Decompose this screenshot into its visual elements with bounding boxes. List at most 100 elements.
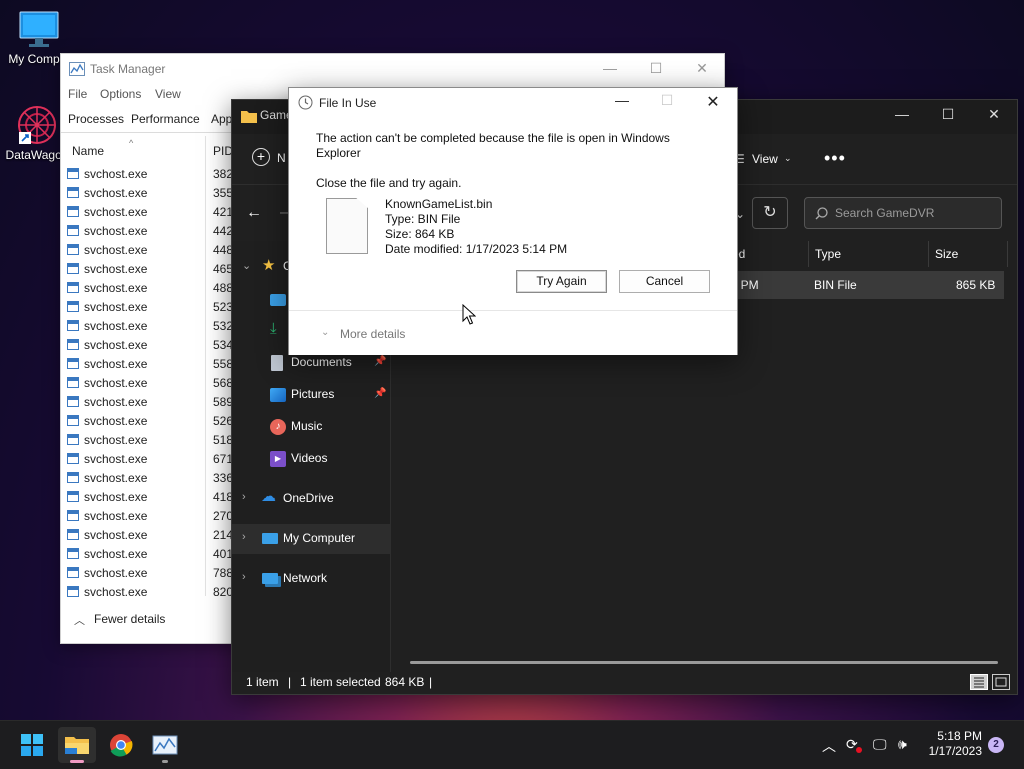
horizontal-scrollbar[interactable] [410, 661, 998, 664]
nav-my-computer[interactable]: › My Computer [232, 524, 390, 554]
table-row[interactable]: svchost.exe 488 [61, 279, 233, 298]
column-header-type[interactable]: Type [815, 247, 841, 261]
file-row-selected[interactable]: 14 PM BIN File 865 KB [724, 271, 1004, 299]
nav-onedrive[interactable]: › ☁ OneDrive [232, 484, 390, 514]
computer-icon [262, 533, 278, 544]
column-separator[interactable] [808, 241, 809, 267]
close-button[interactable]: ✕ [679, 54, 725, 84]
table-row[interactable]: svchost.exe 518 [61, 431, 233, 450]
clock-icon [298, 95, 313, 110]
cancel-button[interactable]: Cancel [619, 270, 710, 293]
taskbar-chrome[interactable] [102, 727, 140, 763]
process-window-icon [67, 434, 79, 445]
nav-music[interactable]: ♪ Music [232, 412, 390, 442]
table-row[interactable]: svchost.exe 421 [61, 203, 233, 222]
pin-icon[interactable]: 📌 [374, 356, 386, 367]
cloud-icon: ☁ [261, 488, 276, 505]
menu-file[interactable]: File [68, 87, 87, 101]
notification-badge[interactable]: 2 [988, 737, 1004, 753]
pin-icon[interactable]: 📌 [374, 388, 386, 399]
column-header-pid[interactable]: PID [213, 144, 233, 158]
close-button[interactable]: ✕ [971, 106, 1017, 123]
sort-up-icon: ^ [129, 138, 134, 148]
table-row[interactable]: svchost.exe 568 [61, 374, 233, 393]
tab-performance[interactable]: Performance [131, 112, 200, 126]
table-row[interactable]: svchost.exe 532 [61, 317, 233, 336]
close-button[interactable]: ✕ [698, 92, 728, 112]
maximize-button[interactable]: ☐ [925, 106, 971, 123]
minimize-button[interactable]: — [607, 92, 637, 112]
system-clock[interactable]: 5:18 PM 1/17/2023 [924, 729, 982, 759]
table-row[interactable]: svchost.exe 671 [61, 450, 233, 469]
maximize-button: ☐ [660, 92, 674, 108]
column-header-name[interactable]: Name [72, 144, 104, 158]
table-row[interactable]: svchost.exe 401 [61, 545, 233, 564]
taskbar-task-manager[interactable] [146, 727, 184, 763]
taskbar-file-explorer[interactable] [58, 727, 96, 763]
maximize-button[interactable]: ☐ [633, 54, 679, 84]
table-row[interactable]: svchost.exe 526 [61, 412, 233, 431]
column-header-size[interactable]: Size [935, 247, 958, 261]
network-icon[interactable]: 🖵 [873, 736, 887, 753]
search-box[interactable]: Search GameDVR [804, 197, 1002, 229]
new-button-label[interactable]: N [277, 151, 286, 165]
tab-processes[interactable]: Processes [68, 112, 124, 126]
task-manager-titlebar[interactable]: Task Manager — ☐ ✕ [61, 54, 724, 84]
table-row[interactable]: svchost.exe 270 [61, 507, 233, 526]
process-name: svchost.exe [84, 547, 148, 561]
fewer-details-button[interactable]: Fewer details [94, 612, 165, 626]
process-window-icon [67, 415, 79, 426]
process-name: svchost.exe [84, 471, 148, 485]
table-row[interactable]: svchost.exe 523 [61, 298, 233, 317]
table-row[interactable]: svchost.exe 418 [61, 488, 233, 507]
menu-options[interactable]: Options [100, 87, 141, 101]
back-arrow-icon[interactable]: ← [246, 204, 262, 222]
table-row[interactable]: svchost.exe 788 [61, 564, 233, 583]
refresh-button[interactable]: ↻ [752, 197, 788, 229]
nav-network[interactable]: › Network [232, 564, 390, 594]
start-button[interactable] [13, 727, 51, 763]
process-window-icon [67, 244, 79, 255]
chevron-right-icon: › [242, 531, 246, 543]
process-name: svchost.exe [84, 509, 148, 523]
column-separator[interactable] [928, 241, 929, 267]
process-window-icon [67, 206, 79, 217]
column-separator[interactable] [1007, 241, 1008, 267]
chevron-up-icon[interactable]: ︿ [822, 736, 836, 756]
more-options-button[interactable]: ••• [824, 148, 846, 169]
process-window-icon [67, 282, 79, 293]
details-view-button[interactable] [970, 674, 988, 690]
search-icon [815, 207, 828, 220]
download-icon: ⤓ [270, 320, 277, 337]
table-row[interactable]: svchost.exe 558 [61, 355, 233, 374]
process-window-icon [67, 168, 79, 179]
table-row[interactable]: svchost.exe 820 [61, 583, 233, 602]
table-row[interactable]: svchost.exe 534 [61, 336, 233, 355]
table-row[interactable]: svchost.exe 355 [61, 184, 233, 203]
table-row[interactable]: svchost.exe 465 [61, 260, 233, 279]
minimize-button[interactable]: — [587, 54, 633, 84]
view-menu-button[interactable]: View [752, 152, 778, 166]
minimize-button[interactable]: — [879, 106, 925, 122]
table-row[interactable]: svchost.exe 448 [61, 241, 233, 260]
new-plus-icon[interactable]: + [252, 148, 270, 166]
status-bar: 1 item | 1 item selected 864 KB | [232, 672, 1017, 694]
nav-videos[interactable]: ▶ Videos [232, 444, 390, 474]
process-name: svchost.exe [84, 433, 148, 447]
nav-label: OneDrive [283, 491, 334, 505]
process-name: svchost.exe [84, 490, 148, 504]
table-row[interactable]: svchost.exe 382 [61, 165, 233, 184]
nav-label: Videos [291, 451, 328, 465]
more-details-button[interactable]: More details [340, 327, 405, 341]
file-in-use-dialog[interactable]: File In Use — ☐ ✕ The action can't be co… [288, 87, 738, 355]
menu-view[interactable]: View [155, 87, 181, 101]
table-row[interactable]: svchost.exe 589 [61, 393, 233, 412]
table-row[interactable]: svchost.exe 442 [61, 222, 233, 241]
try-again-button[interactable]: Try Again [516, 270, 607, 293]
volume-icon[interactable]: 🕪 [898, 736, 907, 753]
tab-app-history[interactable]: App [211, 112, 232, 126]
table-row[interactable]: svchost.exe 214 [61, 526, 233, 545]
tiles-view-button[interactable] [992, 674, 1010, 690]
table-row[interactable]: svchost.exe 336 [61, 469, 233, 488]
nav-pictures[interactable]: Pictures 📌 [232, 380, 390, 410]
